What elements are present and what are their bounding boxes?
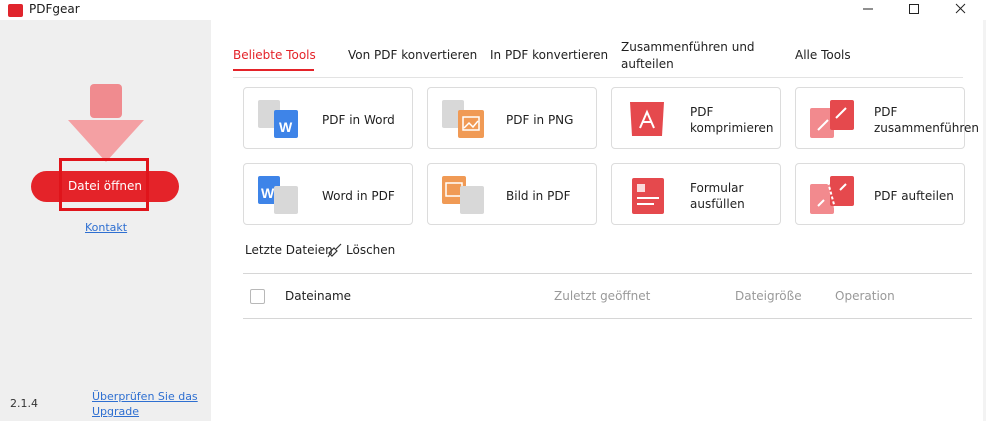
- contact-link[interactable]: Kontakt: [85, 221, 127, 234]
- tab-merge-split[interactable]: Zusammenführen und aufteilen: [621, 39, 781, 73]
- clear-recent-button[interactable]: Löschen: [346, 243, 395, 257]
- pdfgear-logo-icon: [8, 4, 23, 17]
- tool-label: Formular ausfüllen: [690, 181, 745, 211]
- upgrade-link[interactable]: Überprüfen Sie das Upgrade: [92, 389, 202, 419]
- broom-icon[interactable]: [327, 242, 343, 258]
- tab-to-pdf[interactable]: In PDF konvertieren: [490, 47, 608, 64]
- active-tab-indicator: [233, 69, 314, 71]
- tool-fill-form[interactable]: Formular ausfüllen: [611, 163, 781, 225]
- title-bar: PDFgear: [0, 0, 986, 20]
- column-header-filename[interactable]: Dateiname: [285, 289, 351, 303]
- tool-label: PDF aufteilen: [874, 189, 954, 203]
- minimize-icon: [863, 8, 873, 10]
- word-to-pdf-icon: W: [258, 176, 298, 214]
- split-pdf-icon: [810, 176, 854, 214]
- close-icon: [955, 3, 966, 14]
- tool-label: Word in PDF: [322, 189, 395, 203]
- svg-text:W: W: [279, 119, 293, 135]
- tab-all-tools[interactable]: Alle Tools: [795, 47, 851, 64]
- tool-label: PDF komprimieren: [690, 105, 774, 135]
- maximize-icon: [909, 4, 919, 14]
- close-button[interactable]: [937, 0, 983, 20]
- tool-split-pdf[interactable]: PDF aufteilen: [795, 163, 965, 225]
- select-all-checkbox[interactable]: [250, 289, 265, 304]
- version-label: 2.1.4: [10, 397, 38, 410]
- table-top-divider: [243, 273, 972, 274]
- tool-label: Bild in PDF: [506, 189, 571, 203]
- window-title: PDFgear: [29, 2, 80, 16]
- svg-text:W: W: [261, 185, 275, 201]
- tool-pdf-to-word[interactable]: W PDF in Word: [243, 87, 413, 149]
- tab-from-pdf[interactable]: Von PDF konvertieren: [348, 47, 477, 64]
- tool-label: PDF zusammenführen: [874, 105, 979, 135]
- column-header-last-opened[interactable]: Zuletzt geöffnet: [554, 289, 650, 303]
- minimize-button[interactable]: [845, 0, 891, 20]
- tool-image-to-pdf[interactable]: Bild in PDF: [427, 163, 597, 225]
- tool-pdf-to-png[interactable]: PDF in PNG: [427, 87, 597, 149]
- tool-merge-pdf[interactable]: PDF zusammenführen: [795, 87, 979, 149]
- column-header-file-size[interactable]: Dateigröße: [735, 289, 802, 303]
- fill-form-icon: [632, 178, 664, 214]
- column-header-operation: Operation: [835, 289, 895, 303]
- tool-compress-pdf[interactable]: PDF komprimieren: [611, 87, 781, 149]
- pdf-to-word-icon: W: [258, 100, 298, 138]
- merge-pdf-icon: [810, 100, 854, 138]
- pdf-to-png-icon: [442, 100, 484, 138]
- tool-label: PDF in Word: [322, 113, 395, 127]
- tabs-divider: [233, 77, 963, 78]
- compress-pdf-icon: [630, 102, 664, 136]
- table-header-divider: [243, 318, 972, 319]
- recent-files-title: Letzte Dateien: [245, 243, 333, 257]
- highlight-box: [59, 158, 149, 211]
- drop-arrow-icon: [68, 84, 144, 162]
- tool-word-to-pdf[interactable]: W Word in PDF: [243, 163, 413, 225]
- tab-popular-tools[interactable]: Beliebte Tools: [233, 47, 316, 64]
- image-to-pdf-icon: [442, 176, 484, 214]
- tool-label: PDF in PNG: [506, 113, 574, 127]
- maximize-button[interactable]: [891, 0, 937, 20]
